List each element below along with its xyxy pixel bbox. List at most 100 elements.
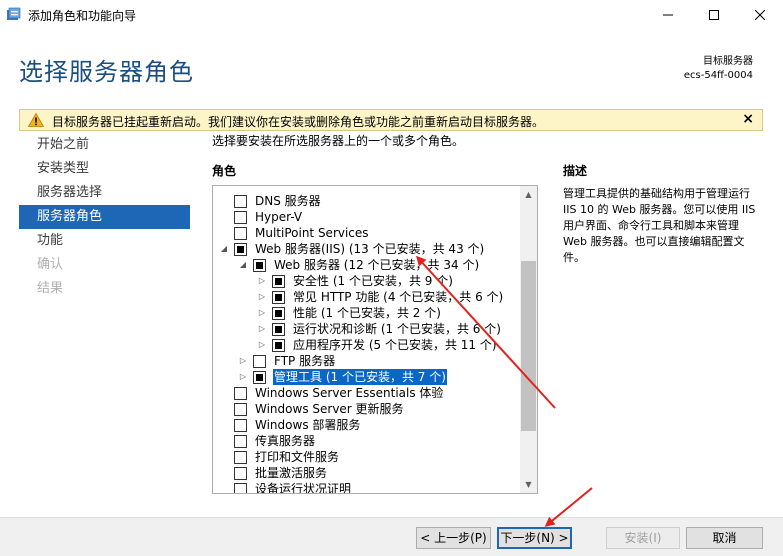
role-row-print-file-services[interactable]: 打印和文件服务 bbox=[213, 449, 520, 465]
role-label: 性能 (1 个已安装，共 2 个) bbox=[293, 306, 441, 320]
role-row-application-development[interactable]: ▷ 应用程序开发 (5 个已安装，共 11 个) bbox=[213, 337, 520, 353]
role-label: Windows 部署服务 bbox=[255, 418, 361, 432]
role-row-multipoint-services[interactable]: MultiPoint Services bbox=[213, 225, 520, 241]
role-checkbox[interactable] bbox=[234, 211, 247, 224]
title-bar: 添加角色和功能向导 bbox=[0, 0, 783, 30]
expand-icon[interactable]: ▷ bbox=[257, 273, 267, 289]
role-checkbox[interactable] bbox=[234, 403, 247, 416]
role-checkbox[interactable] bbox=[234, 483, 247, 493]
role-checkbox[interactable] bbox=[234, 419, 247, 432]
wizard-nav: 开始之前 安装类型 服务器选择 服务器角色 功能 确认 结果 bbox=[19, 133, 190, 301]
expand-icon[interactable]: ▷ bbox=[257, 321, 267, 337]
nav-item-installation-type[interactable]: 安装类型 bbox=[19, 157, 190, 181]
expand-icon[interactable]: ▷ bbox=[257, 289, 267, 305]
role-row-fax-server[interactable]: 传真服务器 bbox=[213, 433, 520, 449]
instruction-text: 选择要安装在所选服务器上的一个或多个角色。 bbox=[212, 134, 465, 148]
scroll-up-icon[interactable]: ▲ bbox=[520, 186, 537, 203]
install-button: 安装(I) bbox=[606, 527, 680, 549]
role-label: FTP 服务器 bbox=[274, 354, 336, 368]
minimize-icon[interactable] bbox=[645, 0, 691, 30]
role-row-deployment-services[interactable]: Windows 部署服务 bbox=[213, 417, 520, 433]
warning-text: 目标服务器已挂起重新启动。我们建议你在安装或删除角色或功能之前重新启动目标服务器… bbox=[52, 115, 545, 129]
role-row-performance[interactable]: ▷ 性能 (1 个已安装，共 2 个) bbox=[213, 305, 520, 321]
expand-collapse-icon[interactable]: ◢ bbox=[219, 241, 229, 257]
role-checkbox[interactable] bbox=[253, 259, 266, 272]
maximize-icon[interactable] bbox=[691, 0, 737, 30]
role-label: Windows Server Essentials 体验 bbox=[255, 386, 444, 400]
role-label: 批量激活服务 bbox=[255, 466, 328, 480]
role-label: 打印和文件服务 bbox=[255, 450, 340, 464]
description-heading: 描述 bbox=[563, 164, 588, 178]
role-label: 安全性 (1 个已安装，共 9 个) bbox=[293, 274, 453, 288]
role-checkbox[interactable] bbox=[234, 227, 247, 240]
role-row-security[interactable]: ▷ 安全性 (1 个已安装，共 9 个) bbox=[213, 273, 520, 289]
expand-icon[interactable]: ▷ bbox=[238, 369, 248, 385]
role-checkbox[interactable] bbox=[272, 291, 285, 304]
role-row-hyper-v[interactable]: Hyper-V bbox=[213, 209, 520, 225]
role-row-common-http[interactable]: ▷ 常见 HTTP 功能 (4 个已安装，共 6 个) bbox=[213, 289, 520, 305]
roles-tree-content: DNS 服务器 Hyper-V MultiPoint Services ◢ We… bbox=[213, 186, 520, 493]
role-label: Windows Server 更新服务 bbox=[255, 402, 404, 416]
target-server-info: 目标服务器 ecs-54ff-0004 bbox=[684, 55, 753, 83]
role-row-management-tools[interactable]: ▷ 管理工具 (1 个已安装，共 7 个) bbox=[213, 369, 520, 385]
role-row-dns-server[interactable]: DNS 服务器 bbox=[213, 193, 520, 209]
cancel-button[interactable]: 取消 bbox=[686, 527, 763, 549]
role-label-selected: 管理工具 (1 个已安装，共 7 个) bbox=[273, 369, 447, 385]
role-label: Hyper-V bbox=[255, 210, 303, 224]
scroll-thumb[interactable] bbox=[521, 261, 536, 431]
role-row-device-health-attestation[interactable]: 设备运行状况证明 bbox=[213, 481, 520, 493]
server-manager-icon bbox=[7, 7, 21, 20]
role-checkbox[interactable] bbox=[253, 371, 266, 384]
nav-item-server-roles[interactable]: 服务器角色 bbox=[19, 205, 190, 229]
nav-item-before-you-begin[interactable]: 开始之前 bbox=[19, 133, 190, 157]
role-row-web-server-iis[interactable]: ◢ Web 服务器(IIS) (13 个已安装，共 43 个) bbox=[213, 241, 520, 257]
role-checkbox[interactable] bbox=[253, 355, 266, 368]
role-checkbox[interactable] bbox=[234, 387, 247, 400]
role-row-volume-activation[interactable]: 批量激活服务 bbox=[213, 465, 520, 481]
warning-close-icon[interactable]: × bbox=[742, 111, 754, 127]
role-checkbox[interactable] bbox=[234, 467, 247, 480]
expand-collapse-icon[interactable]: ◢ bbox=[238, 257, 248, 273]
role-checkbox[interactable] bbox=[234, 451, 247, 464]
warning-icon bbox=[28, 113, 44, 127]
role-checkbox[interactable] bbox=[272, 307, 285, 320]
previous-button[interactable]: < 上一步(P) bbox=[416, 527, 491, 549]
role-label: 设备运行状况证明 bbox=[255, 482, 352, 493]
role-row-web-server[interactable]: ◢ Web 服务器 (12 个已安装，共 34 个) bbox=[213, 257, 520, 273]
roles-scrollbar[interactable]: ▲ ▼ bbox=[520, 186, 537, 493]
target-server-label: 目标服务器 bbox=[703, 56, 753, 67]
expand-icon[interactable]: ▷ bbox=[257, 337, 267, 353]
nav-item-confirmation: 确认 bbox=[37, 257, 64, 272]
role-checkbox[interactable] bbox=[272, 275, 285, 288]
window-title: 添加角色和功能向导 bbox=[28, 9, 137, 23]
roles-tree-list[interactable]: DNS 服务器 Hyper-V MultiPoint Services ◢ We… bbox=[212, 185, 538, 494]
nav-item-features[interactable]: 功能 bbox=[19, 229, 190, 253]
role-row-essentials-experience[interactable]: Windows Server Essentials 体验 bbox=[213, 385, 520, 401]
description-text: 管理工具提供的基础结构用于管理运行 IIS 10 的 Web 服务器。您可以使用… bbox=[563, 187, 756, 264]
role-row-health-diagnostics[interactable]: ▷ 运行状况和诊断 (1 个已安装，共 6 个) bbox=[213, 321, 520, 337]
close-icon[interactable] bbox=[737, 0, 783, 30]
role-label: 运行状况和诊断 (1 个已安装，共 6 个) bbox=[293, 322, 501, 336]
role-label: Web 服务器 (12 个已安装，共 34 个) bbox=[274, 258, 480, 272]
role-label: 传真服务器 bbox=[255, 434, 316, 448]
target-server-name: ecs-54ff-0004 bbox=[683, 70, 753, 81]
role-checkbox[interactable] bbox=[234, 195, 247, 208]
expand-icon[interactable]: ▷ bbox=[257, 305, 267, 321]
role-label: 常见 HTTP 功能 (4 个已安装，共 6 个) bbox=[293, 290, 504, 304]
expand-icon[interactable]: ▷ bbox=[238, 353, 248, 369]
scroll-down-icon[interactable]: ▼ bbox=[520, 476, 537, 493]
next-button[interactable]: 下一步(N) > bbox=[497, 527, 572, 549]
roles-heading: 角色 bbox=[212, 164, 237, 178]
role-checkbox[interactable] bbox=[234, 435, 247, 448]
nav-item-results: 结果 bbox=[37, 281, 64, 296]
nav-item-server-selection[interactable]: 服务器选择 bbox=[19, 181, 190, 205]
page-title: 选择服务器角色 bbox=[19, 58, 194, 86]
role-row-update-services[interactable]: Windows Server 更新服务 bbox=[213, 401, 520, 417]
role-label: DNS 服务器 bbox=[255, 194, 321, 208]
role-checkbox[interactable] bbox=[272, 323, 285, 336]
restart-warning-bar: 目标服务器已挂起重新启动。我们建议你在安装或删除角色或功能之前重新启动目标服务器… bbox=[19, 109, 763, 131]
role-checkbox[interactable] bbox=[272, 339, 285, 352]
role-checkbox[interactable] bbox=[234, 243, 247, 256]
role-label: Web 服务器(IIS) (13 个已安装，共 43 个) bbox=[255, 242, 485, 256]
role-row-ftp-server[interactable]: ▷ FTP 服务器 bbox=[213, 353, 520, 369]
